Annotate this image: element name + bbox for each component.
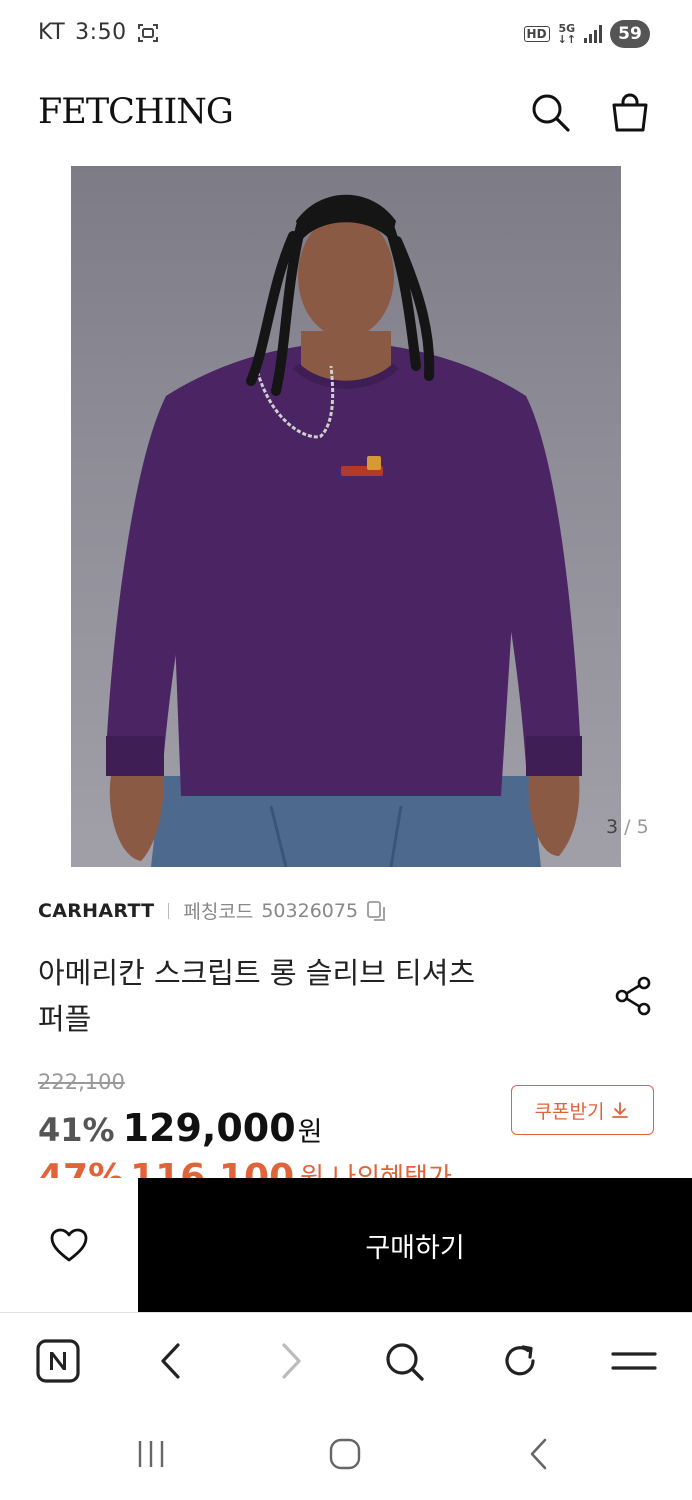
naver-icon[interactable]	[34, 1337, 82, 1385]
forward-icon	[266, 1337, 314, 1385]
header: FETCHING	[0, 80, 692, 144]
signal-icon	[584, 25, 602, 43]
heart-icon	[50, 1228, 88, 1262]
home-icon[interactable]	[321, 1430, 369, 1478]
battery-icon: 59	[610, 20, 654, 48]
browser-toolbar	[0, 1312, 692, 1408]
search-icon[interactable]	[380, 1337, 428, 1385]
screenshot-icon	[137, 23, 158, 42]
sale-price-row: 41% 129,000 원	[38, 1106, 323, 1150]
sale-price: 129,000	[122, 1106, 296, 1150]
back-icon[interactable]	[148, 1337, 196, 1385]
shopping-bag-icon[interactable]	[608, 90, 652, 134]
recent-apps-icon[interactable]	[127, 1430, 175, 1478]
share-icon[interactable]	[612, 974, 656, 1018]
fetching-logo[interactable]: FETCHING	[38, 92, 234, 132]
system-back-icon[interactable]	[515, 1430, 563, 1478]
currency-label: 원	[297, 1117, 323, 1148]
copy-icon[interactable]	[366, 900, 388, 922]
carrier-label: KT	[38, 20, 66, 45]
product-title: 아메리칸 스크립트 롱 슬리브 티셔츠 퍼플	[38, 950, 578, 1042]
coupon-button[interactable]: 쿠폰받기	[511, 1085, 654, 1135]
coupon-label: 쿠폰받기	[534, 1100, 605, 1123]
buy-button[interactable]: 구매하기	[138, 1178, 692, 1312]
product-title-line2: 퍼플	[38, 1002, 92, 1036]
fetching-code-value: 50326075	[261, 899, 359, 922]
status-bar: KT 3:50 HD 5G ↓↑ 59	[0, 0, 692, 70]
brand-row: CARHARTT 페칭코드 50326075	[38, 897, 388, 924]
hd-voice-icon: HD	[523, 26, 550, 42]
brand-name[interactable]: CARHARTT	[38, 900, 154, 922]
discount-rate: 41%	[38, 1111, 115, 1149]
system-navigation-bar	[0, 1408, 692, 1500]
image-current: 3	[606, 816, 619, 838]
action-bar: 구매하기	[0, 1178, 692, 1312]
image-total: 5	[636, 816, 649, 838]
5g-icon: 5G ↓↑	[557, 22, 576, 46]
clock: 3:50	[75, 20, 127, 45]
search-icon[interactable]	[528, 90, 572, 134]
menu-icon[interactable]	[610, 1337, 658, 1385]
product-title-line1: 아메리칸 스크립트 롱 슬리브 티셔츠	[38, 956, 476, 990]
refresh-icon[interactable]	[496, 1337, 544, 1385]
fetching-code-label: 페칭코드	[183, 901, 254, 923]
image-separator: /	[624, 816, 631, 838]
divider	[168, 902, 170, 919]
product-photo	[106, 194, 582, 867]
original-price: 222,100	[38, 1070, 125, 1094]
wishlist-button[interactable]	[0, 1178, 138, 1312]
product-image[interactable]	[71, 166, 621, 867]
image-counter: 3 / 5	[606, 816, 649, 838]
download-icon	[612, 1102, 629, 1118]
